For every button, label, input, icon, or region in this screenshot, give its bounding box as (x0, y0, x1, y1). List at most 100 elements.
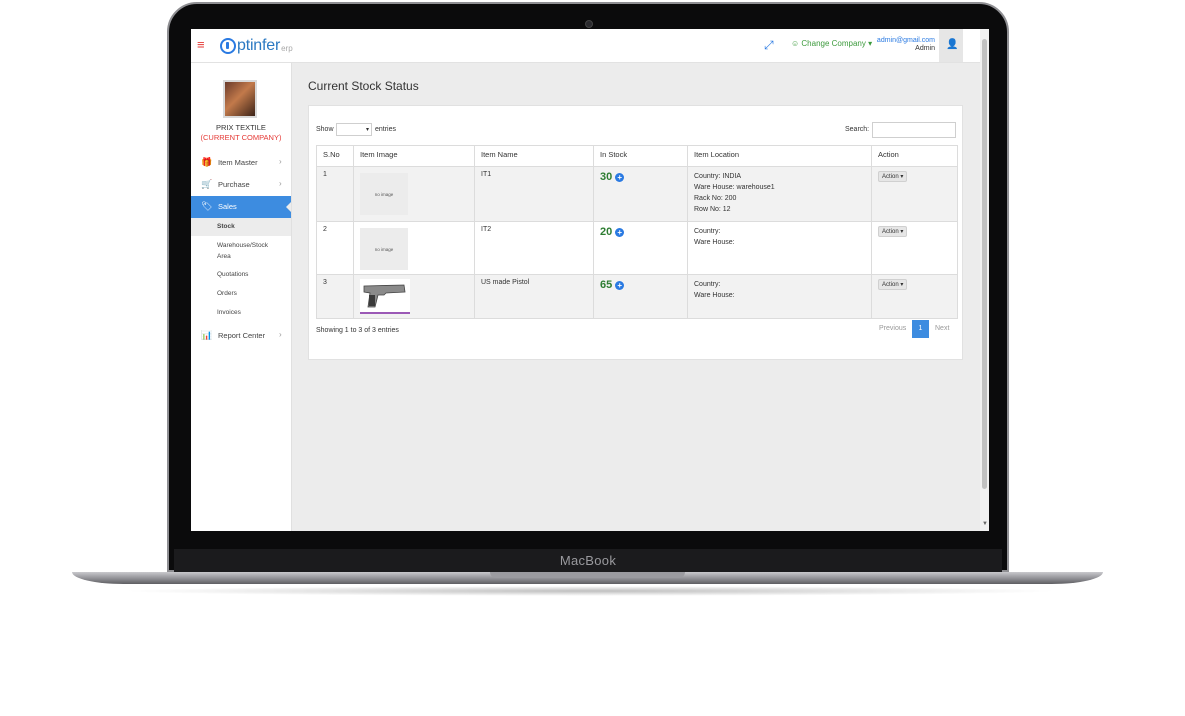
current-company-label: (CURRENT COMPANY) (200, 133, 282, 142)
cell-image: no image (353, 221, 475, 275)
pistol-image (360, 279, 410, 314)
cell-stock: 20 + (593, 221, 688, 275)
sidebar-sub-label: Invoices (217, 309, 241, 316)
hamburger-icon[interactable]: ≡ (197, 38, 205, 51)
table-info: Showing 1 to 3 of 3 entries (316, 327, 399, 334)
cell-stock: 30 + (593, 166, 688, 222)
laptop-shadow (120, 586, 1060, 596)
company-name: PRIX TEXTILE (216, 123, 266, 132)
cell-location: Country: INDIA Ware House: warehouse1 Ra… (687, 166, 872, 222)
sidebar-item-item-master[interactable]: 🎁 Item Master › (191, 152, 291, 174)
camera-icon (585, 20, 593, 28)
location-line: Country: (694, 228, 721, 235)
cell-sno: 2 (316, 221, 354, 275)
logo-mark-icon (220, 38, 236, 54)
table-header-row: S.No Item Image Item Name In Stock Item … (316, 145, 958, 167)
stock-panel: Show ▾ entries Search: S.No Item Image I… (308, 105, 963, 360)
page-length-select[interactable]: ▾ (336, 123, 372, 136)
previous-button[interactable]: Previous (879, 325, 906, 332)
laptop-brand: MacBook (559, 553, 617, 568)
sidebar: PRIX TEXTILE (CURRENT COMPANY) 🎁 Item Ma… (191, 63, 292, 531)
user-role: Admin (915, 45, 935, 52)
column-header[interactable]: S.No (316, 145, 354, 167)
top-navbar: ≡ ptinfer erp ⤢ ☺ Change Company ▾ admin… (191, 29, 989, 63)
cell-image (353, 274, 475, 319)
logo-sub: erp (281, 44, 293, 53)
table-row: 3 US made Pistol 65 + Country: Ware Hous… (316, 274, 958, 319)
action-button[interactable]: Action ▾ (878, 226, 908, 237)
change-company-dropdown[interactable]: ☺ Change Company ▾ (791, 39, 872, 48)
scroll-down-icon[interactable]: ▼ (982, 521, 988, 527)
sidebar-sub-quotations[interactable]: Quotations (191, 267, 291, 285)
chart-icon: 📊 (201, 330, 213, 340)
cell-action: Action ▾ (871, 166, 958, 222)
stock-table: S.No Item Image Item Name In Stock Item … (316, 145, 958, 319)
entries-label: entries (375, 126, 397, 133)
sidebar-item-purchase[interactable]: 🛒 Purchase › (191, 174, 291, 196)
location-line: Row No: 12 (694, 206, 731, 213)
location-line: Ware House: warehouse1 (694, 184, 775, 191)
fullscreen-icon[interactable]: ⤢ (764, 38, 774, 53)
column-header[interactable]: Item Name (474, 145, 594, 167)
location-line: Ware House: (694, 292, 735, 299)
sidebar-sub-warehouse[interactable]: Warehouse/Stock Area (191, 239, 291, 265)
sidebar-sub-label: Area (217, 253, 231, 260)
page-title: Current Stock Status (308, 79, 419, 93)
laptop-notch (490, 572, 685, 578)
sidebar-item-label: Item Master (218, 158, 258, 167)
stock-value: 20 (600, 226, 613, 238)
cell-name: IT2 (474, 221, 594, 275)
location-line: Country: (694, 281, 721, 288)
chevron-right-icon: › (279, 179, 282, 188)
cell-sno: 1 (316, 166, 354, 222)
show-label: Show (316, 126, 334, 133)
add-stock-icon[interactable]: + (615, 227, 625, 237)
chevron-down-icon: ▾ (365, 127, 369, 133)
cell-sno: 3 (316, 274, 354, 319)
cart-icon: 🛒 (201, 179, 213, 189)
cell-image: no image (353, 166, 475, 222)
sidebar-item-label: Report Center (218, 331, 266, 340)
search-label: Search: (845, 126, 870, 133)
stock-value: 65 (600, 279, 613, 291)
column-header[interactable]: Item Image (353, 145, 475, 167)
action-button[interactable]: Action ▾ (878, 171, 908, 182)
cell-stock: 65 + (593, 274, 688, 319)
scrollbar-thumb[interactable] (982, 39, 987, 489)
cell-name: US made Pistol (474, 274, 594, 319)
chevron-right-icon: › (279, 330, 282, 339)
column-header[interactable]: Action (871, 145, 958, 167)
location-line: Country: INDIA (694, 173, 742, 180)
cell-action: Action ▾ (871, 221, 958, 275)
table-row: 2 no image IT2 20 + Country: Ware House: … (316, 221, 958, 275)
user-email: admin@gmail.com (876, 37, 935, 44)
pistol-icon (363, 284, 406, 308)
user-icon: 👤 (946, 39, 959, 50)
user-menu-button[interactable]: 👤 (939, 29, 963, 62)
sidebar-item-report-center[interactable]: 📊 Report Center › (191, 325, 291, 347)
sidebar-sub-orders[interactable]: Orders (191, 286, 291, 304)
gift-icon: 🎁 (201, 157, 213, 167)
logo-text: ptinfer (237, 37, 281, 54)
column-header[interactable]: Item Location (687, 145, 872, 167)
sidebar-sub-stock[interactable]: Stock (191, 218, 291, 236)
page-button[interactable]: 1 (912, 320, 929, 338)
cell-action: Action ▾ (871, 274, 958, 319)
table-row: 1 no image IT1 30 + Country: INDIA Ware H… (316, 166, 958, 222)
sidebar-sub-label: Warehouse/Stock (217, 242, 269, 249)
next-button[interactable]: Next (935, 325, 949, 332)
cell-location: Country: Ware House: (687, 274, 872, 319)
action-button[interactable]: Action ▾ (878, 279, 908, 290)
add-stock-icon[interactable]: + (615, 172, 625, 182)
search-input[interactable] (872, 122, 956, 138)
user-info[interactable]: admin@gmail.com Admin (871, 37, 935, 53)
app-screen: ≡ ptinfer erp ⤢ ☺ Change Company ▾ admin… (191, 29, 989, 531)
column-header[interactable]: In Stock (593, 145, 688, 167)
sidebar-item-sales[interactable]: 🏷 Sales (191, 196, 291, 218)
sidebar-item-label: Sales (218, 202, 237, 211)
sidebar-sub-label: Orders (217, 290, 237, 297)
sidebar-sub-invoices[interactable]: Invoices (191, 305, 291, 323)
app-logo[interactable]: ptinfer erp (220, 35, 293, 57)
stock-value: 30 (600, 171, 613, 183)
add-stock-icon[interactable]: + (615, 280, 625, 290)
